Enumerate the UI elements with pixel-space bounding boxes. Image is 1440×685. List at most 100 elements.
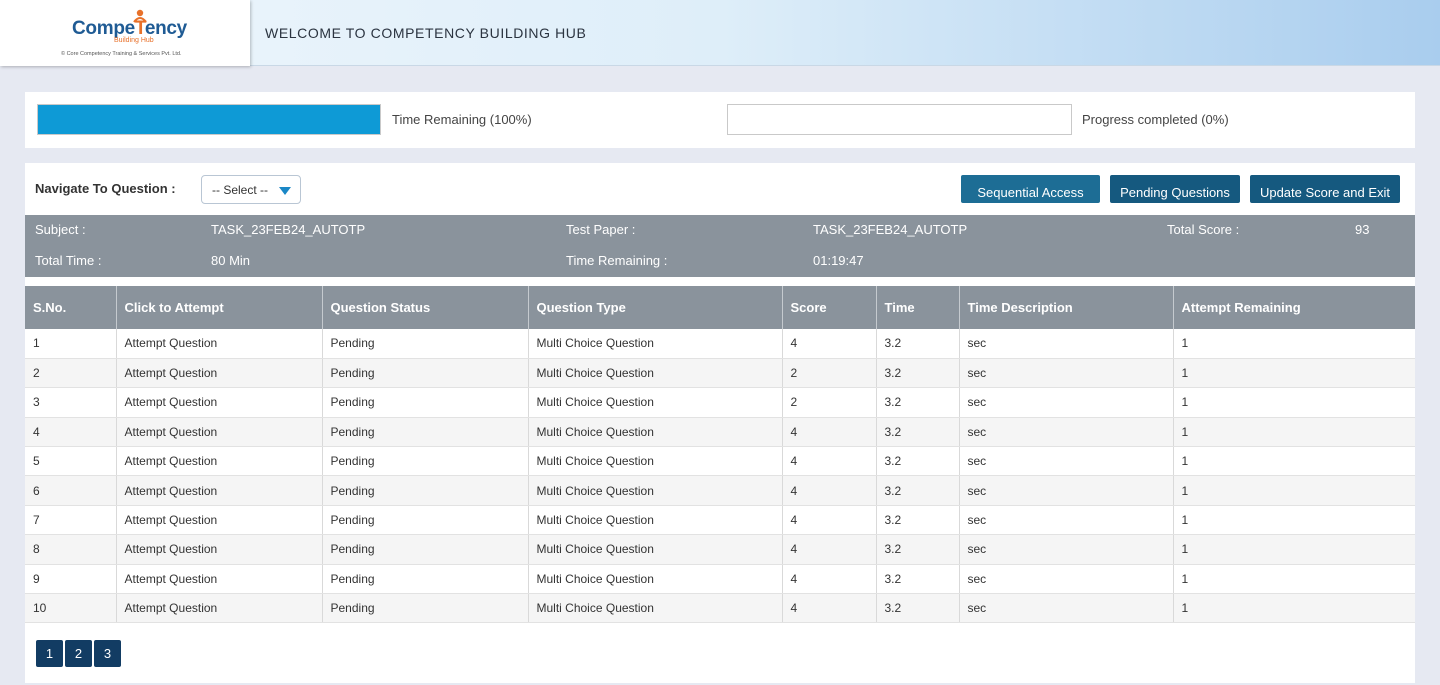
- cell-status: Pending: [322, 417, 529, 448]
- attempt-question-link[interactable]: Attempt Question: [116, 534, 323, 565]
- attempt-question-link[interactable]: Attempt Question: [116, 593, 323, 624]
- cell-score: 4: [782, 505, 877, 536]
- header-time-description: Time Description: [959, 286, 1174, 329]
- cell-status: Pending: [322, 505, 529, 536]
- sequential-access-button[interactable]: Sequential Access: [961, 175, 1100, 203]
- header-sno: S.No.: [25, 286, 117, 329]
- cell-time-description: sec: [959, 358, 1174, 389]
- cell-attempt-remaining: 1: [1173, 475, 1415, 506]
- update-score-exit-button[interactable]: Update Score and Exit: [1250, 175, 1400, 203]
- cell-sno: 4: [25, 417, 117, 448]
- attempt-question-link[interactable]: Attempt Question: [116, 564, 323, 595]
- cell-score: 4: [782, 329, 877, 359]
- time-remaining-label: Time Remaining (100%): [392, 112, 532, 127]
- attempt-question-link[interactable]: Attempt Question: [116, 329, 323, 359]
- cell-time-description: sec: [959, 505, 1174, 536]
- cell-sno: 3: [25, 387, 117, 418]
- page-button-3[interactable]: 3: [94, 640, 121, 667]
- cell-time: 3.2: [876, 475, 960, 506]
- cell-sno: 8: [25, 534, 117, 565]
- cell-status: Pending: [322, 593, 529, 624]
- cell-attempt-remaining: 1: [1173, 534, 1415, 565]
- cell-status: Pending: [322, 358, 529, 389]
- top-header: CompeTency Building Hub © Core Competenc…: [0, 0, 1440, 66]
- cell-type: Multi Choice Question: [528, 358, 783, 389]
- attempt-question-link[interactable]: Attempt Question: [116, 505, 323, 536]
- cell-time-description: sec: [959, 329, 1174, 359]
- table-row: 10 Attempt Question Pending Multi Choice Qu…: [25, 593, 1415, 624]
- cell-status: Pending: [322, 446, 529, 477]
- logo[interactable]: CompeTency Building Hub © Core Competenc…: [0, 0, 250, 66]
- cell-type: Multi Choice Question: [528, 417, 783, 448]
- attempt-question-link[interactable]: Attempt Question: [116, 475, 323, 506]
- cell-score: 4: [782, 446, 877, 477]
- subject-value: TASK_23FEB24_AUTOTP: [211, 222, 366, 237]
- header-score: Score: [782, 286, 877, 329]
- cell-status: Pending: [322, 387, 529, 418]
- cell-type: Multi Choice Question: [528, 505, 783, 536]
- progress-bar: [727, 104, 1072, 135]
- table-row: 1 Attempt Question Pending Multi Choice Que…: [25, 329, 1415, 359]
- page-button-2[interactable]: 2: [65, 640, 92, 667]
- cell-time-description: sec: [959, 446, 1174, 477]
- header-question-type: Question Type: [528, 286, 783, 329]
- attempt-question-link[interactable]: Attempt Question: [116, 417, 323, 448]
- cell-time: 3.2: [876, 417, 960, 448]
- cell-time-description: sec: [959, 417, 1174, 448]
- cell-time-description: sec: [959, 387, 1174, 418]
- test-info-panel: Subject : TASK_23FEB24_AUTOTP Test Paper…: [25, 215, 1415, 277]
- cell-sno: 6: [25, 475, 117, 506]
- time-remaining-fill: [38, 105, 380, 134]
- cell-attempt-remaining: 1: [1173, 593, 1415, 624]
- header-click-to-attempt: Click to Attempt: [116, 286, 323, 329]
- cell-score: 4: [782, 475, 877, 506]
- cell-time-description: sec: [959, 534, 1174, 565]
- cell-attempt-remaining: 1: [1173, 358, 1415, 389]
- pending-questions-button[interactable]: Pending Questions: [1110, 175, 1240, 203]
- chevron-down-icon: [279, 187, 291, 195]
- cell-score: 4: [782, 417, 877, 448]
- attempt-question-link[interactable]: Attempt Question: [116, 387, 323, 418]
- page-button-1[interactable]: 1: [36, 640, 63, 667]
- cell-score: 4: [782, 564, 877, 595]
- table-row: 3 Attempt Question Pending Multi Choice Que…: [25, 387, 1415, 418]
- cell-status: Pending: [322, 475, 529, 506]
- progress-panel: Time Remaining (100%) Progress completed…: [25, 92, 1415, 148]
- header-time: Time: [876, 286, 960, 329]
- cell-score: 2: [782, 387, 877, 418]
- cell-score: 4: [782, 593, 877, 624]
- total-score-label: Total Score :: [1167, 222, 1240, 237]
- time-remaining-info-label: Time Remaining :: [566, 253, 668, 268]
- cell-attempt-remaining: 1: [1173, 446, 1415, 477]
- cell-type: Multi Choice Question: [528, 446, 783, 477]
- cell-time: 3.2: [876, 387, 960, 418]
- progress-label: Progress completed (0%): [1082, 112, 1229, 127]
- cell-sno: 5: [25, 446, 117, 477]
- cell-time: 3.2: [876, 593, 960, 624]
- navigate-select-value: -- Select --: [212, 183, 269, 197]
- header-question-status: Question Status: [322, 286, 529, 329]
- cell-status: Pending: [322, 534, 529, 565]
- total-time-label: Total Time :: [35, 253, 102, 268]
- cell-status: Pending: [322, 329, 529, 359]
- cell-time-description: sec: [959, 475, 1174, 506]
- table-row: 7 Attempt Question Pending Multi Choice Que…: [25, 505, 1415, 536]
- cell-sno: 2: [25, 358, 117, 389]
- logo-tagline: © Core Competency Training & Services Pv…: [61, 51, 182, 57]
- table-row: 4 Attempt Question Pending Multi Choice Que…: [25, 417, 1415, 448]
- navigate-select[interactable]: -- Select --: [201, 175, 301, 204]
- cell-type: Multi Choice Question: [528, 534, 783, 565]
- cell-type: Multi Choice Question: [528, 593, 783, 624]
- cell-time: 3.2: [876, 534, 960, 565]
- attempt-question-link[interactable]: Attempt Question: [116, 358, 323, 389]
- cell-type: Multi Choice Question: [528, 475, 783, 506]
- cell-attempt-remaining: 1: [1173, 387, 1415, 418]
- time-remaining-info-value: 01:19:47: [813, 253, 864, 268]
- cell-time: 3.2: [876, 358, 960, 389]
- pagination: 123: [36, 640, 123, 667]
- attempt-question-link[interactable]: Attempt Question: [116, 446, 323, 477]
- cell-time: 3.2: [876, 446, 960, 477]
- cell-time-description: sec: [959, 593, 1174, 624]
- cell-sno: 9: [25, 564, 117, 595]
- total-time-value: 80 Min: [211, 253, 251, 268]
